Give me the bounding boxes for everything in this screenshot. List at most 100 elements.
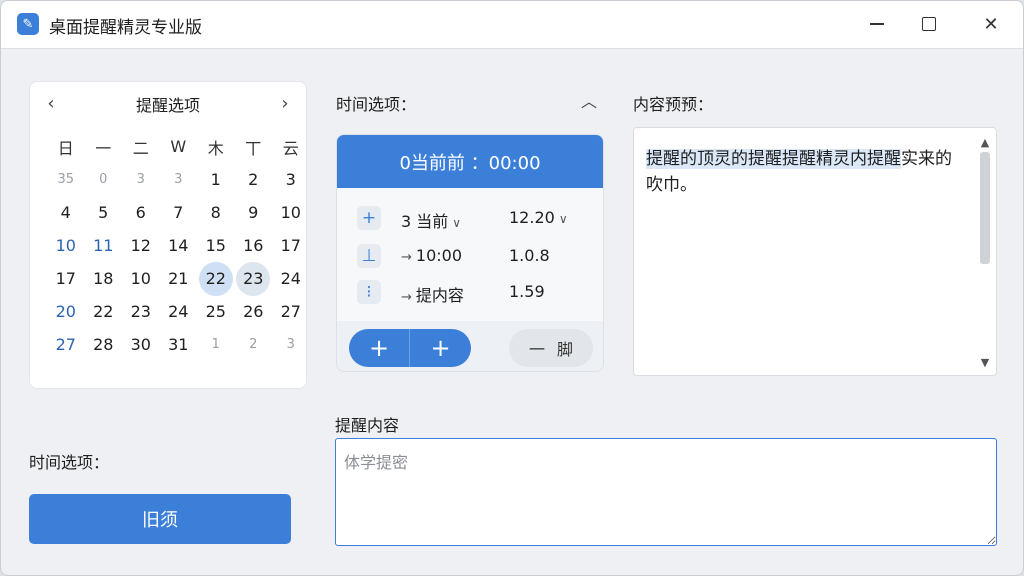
clock-icon[interactable]: ⊥ <box>357 244 381 268</box>
calendar-day[interactable]: 5 <box>85 196 123 229</box>
calendar-day-number: 23 <box>130 302 151 321</box>
calendar-day[interactable]: 3 <box>272 163 310 196</box>
calendar-day-number: 26 <box>243 302 264 321</box>
calendar-day[interactable]: 20 <box>47 295 85 328</box>
calendar-day-number: 1 <box>210 170 221 189</box>
time-option-secondary[interactable]: 12.20 ∨ <box>509 208 568 227</box>
calendar-day-number: 17 <box>55 269 76 288</box>
time-option-value[interactable]: 3 当前 ∨ <box>401 208 461 232</box>
calendar-day[interactable]: 1 <box>197 163 235 196</box>
calendar-grid: 日一二 W 木丅云 35 0 3 3 1 2 3 4 5 6 7 8 9 10 10 11 12 14 15 16 17 17 1… <box>47 130 307 361</box>
calendar-day[interactable]: 6 <box>122 196 160 229</box>
calendar-day[interactable]: 27 <box>272 295 310 328</box>
calendar-day[interactable]: 30 <box>122 328 160 361</box>
calendar-day[interactable]: 22 <box>85 295 123 328</box>
calendar-day-number: 15 <box>205 236 226 255</box>
calendar-day-number: 30 <box>130 335 151 354</box>
calendar-day[interactable]: 12 <box>122 229 160 262</box>
collapse-chevron-icon[interactable]: ︿ <box>579 89 599 111</box>
remove-button-label: 脚 <box>557 340 574 359</box>
time-option-row[interactable]: ⁝ → 提内容 1.59 <box>337 277 603 307</box>
calendar-day[interactable]: 26 <box>235 295 273 328</box>
next-month-button[interactable]: › <box>272 90 298 116</box>
calendar-day[interactable]: 23 <box>122 295 160 328</box>
arrow-right-icon: → <box>401 250 412 265</box>
calendar-day[interactable]: 23 <box>235 261 273 296</box>
calendar-day-number: 35 <box>57 172 75 187</box>
time-option-row[interactable]: ⊥ → 10:00 1.0.8 <box>337 241 603 271</box>
calendar-day-number: 27 <box>55 335 76 354</box>
calendar-day[interactable]: 0 <box>85 163 123 196</box>
calendar-day[interactable]: 15 <box>197 229 235 262</box>
calendar-day[interactable]: 10 <box>47 229 85 262</box>
calendar-day-number: 20 <box>55 302 76 321</box>
calendar-day-number: 22 <box>93 302 114 321</box>
time-option-value[interactable]: → 提内容 <box>401 282 464 306</box>
calendar-day[interactable]: 35 <box>47 163 85 196</box>
calendar-day[interactable]: 27 <box>47 328 85 361</box>
calendar-header: ‹ 提醒选项 › <box>30 90 306 116</box>
maximize-button[interactable] <box>901 1 957 47</box>
calendar-day[interactable]: 4 <box>47 196 85 229</box>
chevron-down-icon: ∨ <box>558 212 568 226</box>
calendar-day[interactable]: 3 <box>272 328 310 361</box>
calendar-day[interactable]: 18 <box>85 262 123 295</box>
calendar-day[interactable]: 11 <box>85 229 123 262</box>
calendar-day[interactable]: 10 <box>122 262 160 295</box>
calendar-day-number: 21 <box>168 269 189 288</box>
calendar-day-number: 6 <box>135 203 146 222</box>
calendar-day[interactable]: 16 <box>235 229 273 262</box>
preview-scrollbar[interactable]: ▲ ▼ <box>976 132 994 372</box>
minimize-button[interactable] <box>849 1 905 47</box>
calendar-day[interactable]: 24 <box>160 295 198 328</box>
calendar-day[interactable]: 3 <box>160 163 198 196</box>
calendar-day-number: 24 <box>168 302 189 321</box>
window-title: 桌面提醒精灵专业版 <box>49 18 202 38</box>
calendar-day[interactable]: 31 <box>160 328 198 361</box>
calendar-day[interactable]: 24 <box>272 262 310 295</box>
calendar-day[interactable]: 7 <box>160 196 198 229</box>
remove-button[interactable]: 一 脚 <box>509 329 593 367</box>
calendar-day[interactable]: 22 <box>197 261 235 296</box>
add-button-group: + + <box>349 329 471 367</box>
calendar-day[interactable]: 2 <box>235 328 273 361</box>
calendar-day-number: 22 <box>205 269 226 288</box>
calendar-day[interactable]: 25 <box>197 295 235 328</box>
list-icon[interactable]: ⁝ <box>357 280 381 304</box>
calendar-day[interactable]: 17 <box>47 262 85 295</box>
calendar-day[interactable]: 10 <box>272 196 310 229</box>
preview-text: 提醒的顶灵的提醒提醒精灵内提醒实来的吹巾。 <box>646 146 966 198</box>
content-preview[interactable]: 提醒的顶灵的提醒提醒精灵内提醒实来的吹巾。 ▲ ▼ <box>633 127 997 376</box>
scroll-thumb[interactable] <box>980 152 990 264</box>
add-left-button[interactable]: + <box>349 329 410 367</box>
time-option-secondary[interactable]: 1.0.8 <box>509 246 550 265</box>
calendar-day[interactable]: 21 <box>160 262 198 295</box>
preview-label: 内容预预： <box>633 95 714 114</box>
close-button[interactable]: ✕ <box>963 1 1019 47</box>
weekday-header: 云 <box>282 138 299 158</box>
time-option-row[interactable]: +3 当前 ∨ 12.20 ∨ <box>337 203 603 233</box>
plus-icon[interactable]: + <box>357 206 381 230</box>
time-options-label: 时间选项： <box>336 95 417 114</box>
bottom-time-options-label: 时间选项： <box>29 453 110 472</box>
calendar-day-number: 10 <box>280 203 301 222</box>
scroll-down-icon[interactable]: ▼ <box>976 354 994 370</box>
add-right-button[interactable]: + <box>410 329 471 367</box>
calendar-day[interactable]: 8 <box>197 196 235 229</box>
calendar-day[interactable]: 17 <box>272 229 310 262</box>
time-option-secondary[interactable]: 1.59 <box>509 282 545 301</box>
calendar-day-number: 25 <box>205 302 226 321</box>
current-time-header[interactable]: 0当前前 ：00:00 <box>337 135 603 188</box>
calendar-day[interactable]: 1 <box>197 328 235 361</box>
confirm-button[interactable]: 旧须 <box>29 494 291 544</box>
calendar-day[interactable]: 28 <box>85 328 123 361</box>
calendar-day[interactable]: 14 <box>160 229 198 262</box>
calendar-day[interactable]: 2 <box>235 163 273 196</box>
calendar-day[interactable]: 9 <box>235 196 273 229</box>
scroll-up-icon[interactable]: ▲ <box>976 134 994 150</box>
time-option-value[interactable]: → 10:00 <box>401 246 462 265</box>
title-bar: ✎ 桌面提醒精灵专业版 ✕ <box>1 1 1023 49</box>
calendar-day[interactable]: 3 <box>122 163 160 196</box>
calendar-day-number: 3 <box>136 172 145 187</box>
reminder-content-input[interactable] <box>335 438 997 546</box>
